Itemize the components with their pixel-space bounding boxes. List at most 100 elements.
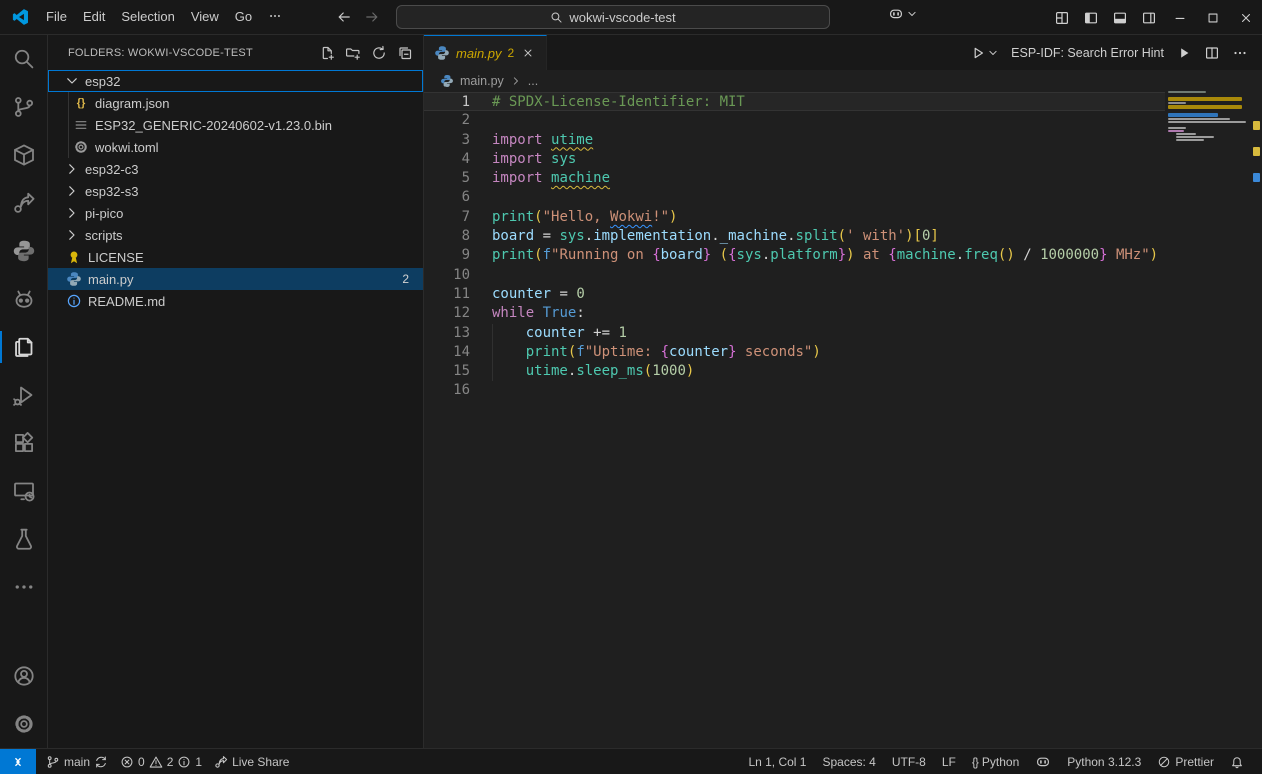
code-line-4[interactable]: 4import sys <box>424 150 1165 169</box>
explorer-sidebar: FOLDERS: WOKWI-VSCODE-TEST esp32{}diagra… <box>48 35 424 748</box>
code-line-1[interactable]: 1# SPDX-License-Identifier: MIT <box>424 92 1165 111</box>
code-line-6[interactable]: 6 <box>424 188 1165 207</box>
menu-go[interactable]: Go <box>227 6 260 29</box>
cursor-position-status[interactable]: Ln 1, Col 1 <box>740 749 814 774</box>
problems-badge: 2 <box>402 272 409 286</box>
back-arrow-icon[interactable] <box>336 9 352 25</box>
new-folder-icon[interactable] <box>343 43 363 63</box>
search-icon <box>550 11 563 24</box>
espidf-action-label[interactable]: ESP-IDF: Search Error Hint <box>1011 46 1164 60</box>
minimap[interactable] <box>1165 90 1250 144</box>
new-file-icon[interactable] <box>317 43 337 63</box>
menu-view[interactable]: View <box>183 6 227 29</box>
formatter-status[interactable]: Prettier <box>1149 749 1222 774</box>
activity-wokwi[interactable] <box>0 275 47 323</box>
code-line-9[interactable]: 9print(f"Running on {board} ({sys.platfo… <box>424 246 1165 265</box>
breadcrumb-tail[interactable]: ... <box>528 74 538 88</box>
python-interpreter-status[interactable]: Python 3.12.3 <box>1059 749 1149 774</box>
line-content: print("Hello, Wokwi!") <box>470 208 677 227</box>
code-line-7[interactable]: 7print("Hello, Wokwi!") <box>424 208 1165 227</box>
tree-item-esp32[interactable]: esp32 <box>48 70 423 92</box>
menu-overflow[interactable] <box>260 6 290 29</box>
code-line-12[interactable]: 12while True: <box>424 304 1165 323</box>
window-minimize-button[interactable] <box>1163 0 1196 35</box>
remote-indicator[interactable] <box>0 749 36 774</box>
customize-layout-button[interactable] <box>1047 0 1076 35</box>
breadcrumb-file[interactable]: main.py <box>460 74 504 88</box>
copilot-menu[interactable] <box>888 6 918 22</box>
tree-item-label: README.md <box>88 294 165 309</box>
collapse-all-icon[interactable] <box>395 43 415 63</box>
tree-item-readme.md[interactable]: README.md <box>48 290 423 312</box>
tree-item-esp32-c3[interactable]: esp32-c3 <box>48 158 423 180</box>
activity-cube[interactable] <box>0 131 47 179</box>
menu-selection[interactable]: Selection <box>113 6 182 29</box>
ruler-mark <box>1253 173 1260 182</box>
sync-icon[interactable] <box>94 755 108 769</box>
overview-ruler[interactable] <box>1250 35 1262 748</box>
tree-item-license[interactable]: LICENSE <box>48 246 423 268</box>
live-share-icon <box>214 755 228 769</box>
activity-source-control[interactable] <box>0 83 47 131</box>
activity-run-debug[interactable] <box>0 371 47 419</box>
tree-item-pi-pico[interactable]: pi-pico <box>48 202 423 224</box>
toggle-panel-button[interactable] <box>1105 0 1134 35</box>
tree-item-esp32-generic-20240602-v1.23.0.bin[interactable]: ESP32_GENERIC-20240602-v1.23.0.bin <box>48 114 423 136</box>
activity-more[interactable] <box>0 563 47 611</box>
tab-close-icon[interactable] <box>520 45 536 61</box>
language-mode-status[interactable]: {} Python <box>964 749 1027 774</box>
code-line-16[interactable]: 16 <box>424 381 1165 400</box>
command-center-search[interactable]: wokwi-vscode-test <box>396 5 830 29</box>
code-line-15[interactable]: 15 utime.sleep_ms(1000) <box>424 362 1165 381</box>
code-line-14[interactable]: 14 print(f"Uptime: {counter} seconds") <box>424 343 1165 362</box>
code-line-2[interactable]: 2 <box>424 111 1165 130</box>
activity-live-share[interactable] <box>0 179 47 227</box>
tree-item-diagram.json[interactable]: {}diagram.json <box>48 92 423 114</box>
window-close-button[interactable] <box>1229 0 1262 35</box>
run-dropdown-button[interactable] <box>970 45 999 61</box>
forward-arrow-icon[interactable] <box>364 9 380 25</box>
more-actions-icon[interactable] <box>1232 45 1248 61</box>
code-area[interactable]: 1# SPDX-License-Identifier: MIT23import … <box>424 92 1165 748</box>
tree-item-esp32-s3[interactable]: esp32-s3 <box>48 180 423 202</box>
notifications-status[interactable] <box>1222 749 1252 774</box>
problems-status[interactable]: 0 2 1 <box>114 749 208 774</box>
line-number: 15 <box>424 362 470 381</box>
sidebar-right-icon <box>1141 10 1157 26</box>
encoding-status[interactable]: UTF-8 <box>884 749 934 774</box>
chevron-right-icon <box>64 161 80 177</box>
refresh-icon[interactable] <box>369 43 389 63</box>
activity-python[interactable] <box>0 227 47 275</box>
activity-files[interactable] <box>0 323 47 371</box>
code-line-8[interactable]: 8board = sys.implementation._machine.spl… <box>424 227 1165 246</box>
tree-item-wokwi.toml[interactable]: wokwi.toml <box>48 136 423 158</box>
run-python-file-icon[interactable] <box>1176 45 1192 61</box>
code-line-5[interactable]: 5import machine <box>424 169 1165 188</box>
menu-file[interactable]: File <box>38 6 75 29</box>
code-line-3[interactable]: 3import utime <box>424 131 1165 150</box>
window-maximize-button[interactable] <box>1196 0 1229 35</box>
activity-settings[interactable] <box>0 700 47 748</box>
copilot-status[interactable] <box>1027 749 1059 774</box>
split-editor-icon[interactable] <box>1204 45 1220 61</box>
tree-item-scripts[interactable]: scripts <box>48 224 423 246</box>
indentation-status[interactable]: Spaces: 4 <box>814 749 883 774</box>
breadcrumb[interactable]: main.py ... <box>424 70 1262 92</box>
activity-remote-explorer[interactable] <box>0 467 47 515</box>
activity-testing[interactable] <box>0 515 47 563</box>
tree-item-main.py[interactable]: main.py2 <box>48 268 423 290</box>
eol-status[interactable]: LF <box>934 749 964 774</box>
tab-main-py[interactable]: main.py 2 <box>424 35 547 70</box>
activity-search[interactable] <box>0 35 47 83</box>
live-share-status[interactable]: Live Share <box>208 749 295 774</box>
activity-account[interactable] <box>0 652 47 700</box>
code-line-11[interactable]: 11counter = 0 <box>424 285 1165 304</box>
activity-extensions[interactable] <box>0 419 47 467</box>
branch-status[interactable]: main <box>40 749 114 774</box>
toggle-secondary-sidebar-button[interactable] <box>1134 0 1163 35</box>
code-line-13[interactable]: 13 counter += 1 <box>424 324 1165 343</box>
explorer-section-header[interactable]: FOLDERS: WOKWI-VSCODE-TEST <box>68 47 317 59</box>
toggle-primary-sidebar-button[interactable] <box>1076 0 1105 35</box>
code-line-10[interactable]: 10 <box>424 266 1165 285</box>
menu-edit[interactable]: Edit <box>75 6 113 29</box>
